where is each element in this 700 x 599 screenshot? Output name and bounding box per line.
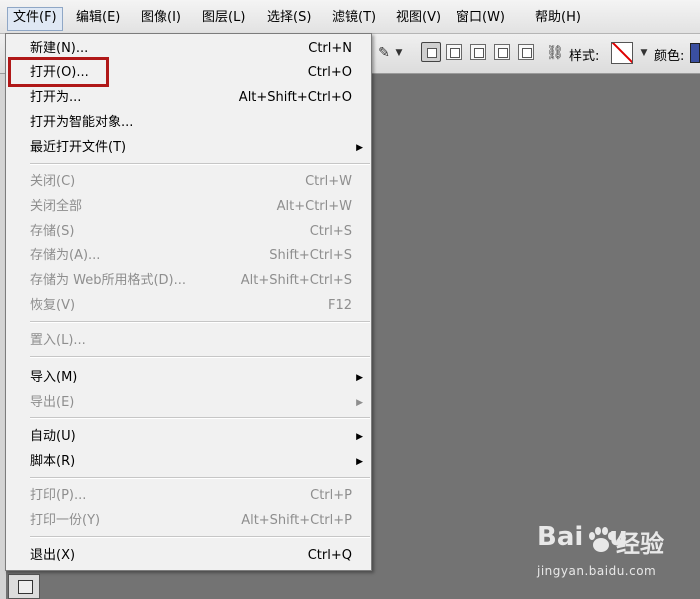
menu-item-save[interactable]: 存储(S) Ctrl+S [6, 220, 371, 244]
submenu-arrow-icon: ▶ [356, 457, 363, 467]
menu-item-exit[interactable]: 退出(X) Ctrl+Q [6, 544, 371, 568]
menu-file[interactable]: 文件(F) [7, 7, 63, 31]
menu-item-label: 退出(X) [30, 548, 76, 563]
menu-filter[interactable]: 滤镜(T) [327, 7, 381, 29]
highlight-annotation-box [8, 57, 109, 87]
new-selection-button[interactable] [421, 42, 441, 62]
color-label: 颜色: [654, 49, 685, 64]
menu-separator [30, 477, 370, 479]
menu-item-shortcut: Ctrl+S [309, 224, 352, 239]
menu-item-shortcut: Ctrl+Q [307, 548, 352, 563]
menu-item-print-one-copy[interactable]: 打印一份(Y) Alt+Shift+Ctrl+P [6, 509, 371, 533]
paw-icon [589, 527, 614, 552]
menu-item-label: 打印一份(Y) [30, 513, 101, 528]
menu-separator [30, 321, 370, 323]
submenu-arrow-icon: ▶ [356, 373, 363, 383]
menu-item-label: 脚本(R) [30, 454, 76, 469]
menu-item-label: 关闭(C) [30, 174, 76, 189]
menu-item-label: 导入(M) [30, 370, 78, 385]
menu-item-label: 关闭全部 [30, 199, 83, 214]
menu-item-shortcut: Alt+Ctrl+W [276, 199, 352, 214]
menu-item-recent-files[interactable]: 最近打开文件(T) ▶ [6, 136, 371, 160]
menu-item-save-for-web[interactable]: 存储为 Web所用格式(D)... Alt+Shift+Ctrl+S [6, 269, 371, 293]
menu-item-save-as[interactable]: 存储为(A)... Shift+Ctrl+S [6, 244, 371, 268]
menu-item-shortcut: Ctrl+P [310, 488, 352, 503]
exclude-selection-button[interactable] [518, 44, 534, 60]
file-menu-dropdown: 新建(N)... Ctrl+N 打开(O)... Ctrl+O 打开为... A… [5, 33, 372, 571]
menu-item-shortcut: Alt+Shift+Ctrl+O [238, 90, 352, 105]
menu-item-print[interactable]: 打印(P)... Ctrl+P [6, 484, 371, 508]
menu-layer[interactable]: 图层(L) [197, 7, 250, 29]
menu-item-shortcut: F12 [327, 298, 352, 313]
menu-item-shortcut: Alt+Shift+Ctrl+S [240, 273, 352, 288]
color-swatch[interactable] [690, 43, 700, 63]
menu-view[interactable]: 视图(V) [391, 7, 446, 29]
subtract-selection-button[interactable] [470, 44, 486, 60]
menu-select[interactable]: 选择(S) [262, 7, 316, 29]
menu-item-export[interactable]: 导出(E) ▶ [6, 391, 371, 415]
menu-item-label: 打印(P)... [30, 488, 87, 503]
add-selection-button[interactable] [446, 44, 462, 60]
menu-item-import[interactable]: 导入(M) ▶ [6, 366, 371, 390]
chevron-down-icon[interactable]: ▼ [390, 44, 408, 62]
menu-item-label: 存储为(A)... [30, 248, 101, 263]
menu-item-label: 存储(S) [30, 224, 75, 239]
menu-bar: 文件(F) 编辑(E) 图像(I) 图层(L) 选择(S) 滤镜(T) 视图(V… [0, 0, 700, 34]
baidu-jingyan-watermark: Bai u 经验 jingyan.baidu.com [537, 522, 697, 592]
intersect-selection-button[interactable] [494, 44, 510, 60]
watermark-cn-text: 经验 [616, 530, 664, 558]
menu-item-shortcut: Ctrl+W [305, 174, 352, 189]
menu-separator [30, 356, 370, 358]
submenu-arrow-icon: ▶ [356, 432, 363, 442]
menu-separator [30, 163, 370, 165]
menu-item-label: 最近打开文件(T) [30, 140, 127, 155]
menu-item-label: 自动(U) [30, 429, 76, 444]
menu-item-shortcut: Alt+Shift+Ctrl+P [241, 513, 352, 528]
menu-item-shortcut: Ctrl+O [307, 65, 352, 80]
style-label: 样式: [569, 49, 600, 64]
menu-item-shortcut: Shift+Ctrl+S [269, 248, 352, 263]
menu-item-close-all[interactable]: 关闭全部 Alt+Ctrl+W [6, 195, 371, 219]
menu-item-shortcut: Ctrl+N [308, 41, 352, 56]
menu-item-label: 导出(E) [30, 395, 75, 410]
tool-button[interactable] [8, 574, 40, 599]
menu-item-label: 置入(L)... [30, 333, 86, 348]
link-icon[interactable]: ⛓ [546, 44, 564, 62]
menu-edit[interactable]: 编辑(E) [71, 7, 125, 29]
menu-item-label: 打开为智能对象... [30, 115, 134, 130]
menu-separator [30, 536, 370, 538]
submenu-arrow-icon: ▶ [356, 398, 363, 408]
watermark-url: jingyan.baidu.com [537, 564, 657, 578]
menu-item-scripts[interactable]: 脚本(R) ▶ [6, 450, 371, 474]
menu-help[interactable]: 帮助(H) [530, 7, 586, 29]
menu-item-open-as[interactable]: 打开为... Alt+Shift+Ctrl+O [6, 86, 371, 110]
menu-window[interactable]: 窗口(W) [451, 7, 510, 29]
style-swatch[interactable] [611, 42, 633, 64]
menu-item-label: 恢复(V) [30, 298, 76, 313]
style-dropdown-icon[interactable]: ▼ [635, 44, 653, 62]
menu-separator [30, 417, 370, 419]
menu-item-close[interactable]: 关闭(C) Ctrl+W [6, 170, 371, 194]
submenu-arrow-icon: ▶ [356, 143, 363, 153]
menu-item-automate[interactable]: 自动(U) ▶ [6, 425, 371, 449]
menu-item-open-smart-object[interactable]: 打开为智能对象... [6, 111, 371, 135]
menu-item-revert[interactable]: 恢复(V) F12 [6, 294, 371, 318]
menu-item-label: 打开为... [30, 90, 82, 105]
menu-image[interactable]: 图像(I) [136, 7, 186, 29]
menu-item-label: 存储为 Web所用格式(D)... [30, 273, 187, 288]
menu-item-place[interactable]: 置入(L)... [6, 329, 371, 353]
